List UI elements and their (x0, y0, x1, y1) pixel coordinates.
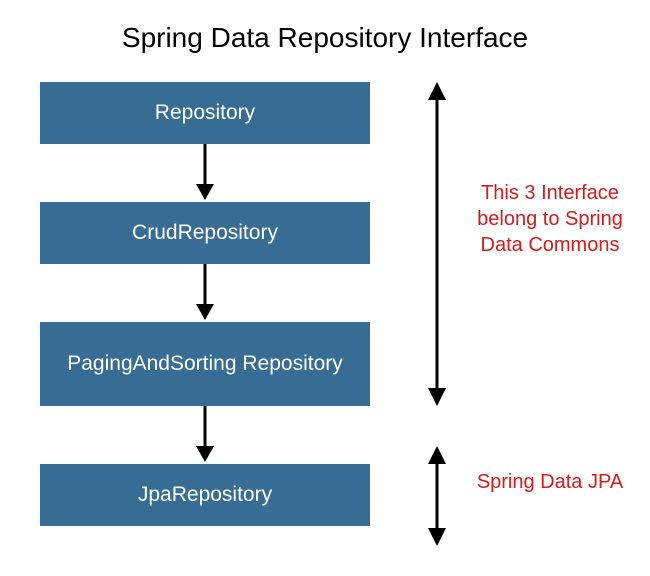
box-crud-repository: CrudRepository (40, 202, 370, 264)
arrow-down-icon (40, 144, 370, 202)
box-paging-sorting-repository: PagingAndSorting Repository (40, 322, 370, 406)
arrow-down-icon (40, 264, 370, 322)
diagram-title: Spring Data Repository Interface (0, 22, 650, 54)
annotation-commons: This 3 Interface belong to Spring Data C… (470, 180, 630, 258)
bracket-arrow-jpa-icon (424, 446, 450, 551)
annotation-jpa: Spring Data JPA (470, 469, 630, 495)
box-repository: Repository (40, 82, 370, 144)
box-jpa-repository: JpaRepository (40, 464, 370, 526)
arrow-down-icon (40, 406, 370, 464)
hierarchy-column: Repository CrudRepository PagingAndSorti… (40, 82, 370, 526)
bracket-arrow-commons-icon (424, 82, 450, 411)
